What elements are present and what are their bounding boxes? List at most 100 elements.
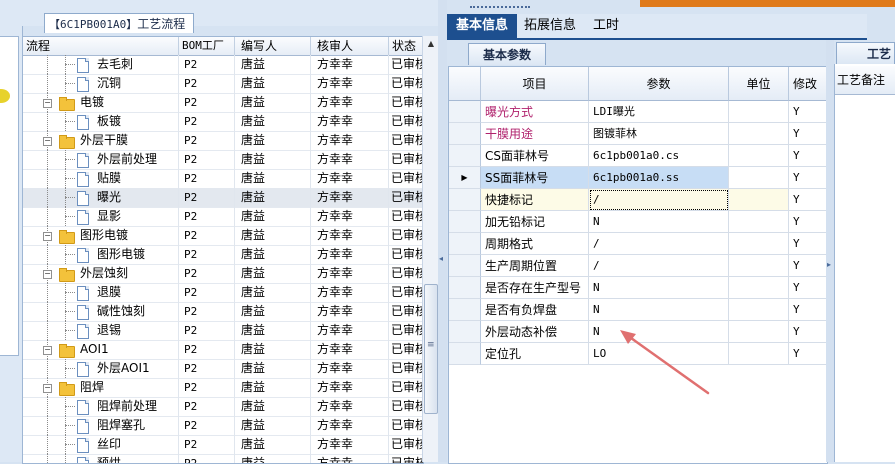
tree-scrollbar[interactable]: ▲ ≡ bbox=[422, 36, 439, 462]
tree-row[interactable]: 贴膜 P2 唐益 方幸幸 已审核 bbox=[23, 169, 423, 189]
param-unit[interactable] bbox=[729, 145, 789, 167]
param-modify[interactable]: Y bbox=[789, 233, 827, 255]
row-indicator[interactable] bbox=[449, 101, 481, 123]
param-value[interactable]: / bbox=[589, 189, 729, 211]
col-header-flow[interactable]: 流程 bbox=[23, 37, 179, 55]
param-modify[interactable]: Y bbox=[789, 145, 827, 167]
param-unit[interactable] bbox=[729, 123, 789, 145]
tree-row[interactable]: 曝光 P2 唐益 方幸幸 已审核 bbox=[23, 188, 423, 208]
row-indicator[interactable] bbox=[449, 277, 481, 299]
param-unit[interactable] bbox=[729, 233, 789, 255]
tree-row[interactable]: 退膜 P2 唐益 方幸幸 已审核 bbox=[23, 283, 423, 303]
param-value[interactable]: 6c1pb001a0.ss bbox=[589, 167, 729, 189]
col-header-modify[interactable]: 修改 bbox=[789, 67, 827, 101]
scroll-thumb[interactable]: ≡ bbox=[424, 284, 438, 414]
param-value[interactable]: N bbox=[589, 277, 729, 299]
tree-row[interactable]: 板镀 P2 唐益 方幸幸 已审核 bbox=[23, 112, 423, 132]
param-modify[interactable]: Y bbox=[789, 321, 827, 343]
param-value[interactable]: 图镀菲林 bbox=[589, 123, 729, 145]
param-row[interactable]: 干膜用途 图镀菲林 Y bbox=[449, 123, 827, 145]
param-row[interactable]: 是否存在生产型号 N Y bbox=[449, 277, 827, 299]
row-indicator[interactable] bbox=[449, 145, 481, 167]
col-header-process-notes[interactable]: 工艺备注 bbox=[835, 66, 895, 95]
param-unit[interactable] bbox=[729, 101, 789, 123]
collapse-toggle-icon[interactable]: − bbox=[43, 346, 52, 355]
param-modify[interactable]: Y bbox=[789, 167, 827, 189]
param-value[interactable]: N bbox=[589, 299, 729, 321]
col-header-writer[interactable]: 编写人 bbox=[235, 37, 311, 55]
tree-row[interactable]: 阻焊塞孔 P2 唐益 方幸幸 已审核 bbox=[23, 416, 423, 436]
tree-row[interactable]: 碱性蚀刻 P2 唐益 方幸幸 已审核 bbox=[23, 302, 423, 322]
param-row[interactable]: 快捷标记 / Y bbox=[449, 189, 827, 211]
param-modify[interactable]: Y bbox=[789, 123, 827, 145]
row-indicator[interactable] bbox=[449, 321, 481, 343]
tree-row[interactable]: 沉铜 P2 唐益 方幸幸 已审核 bbox=[23, 74, 423, 94]
param-modify[interactable]: Y bbox=[789, 299, 827, 321]
tree-row[interactable]: − 阻焊 P2 唐益 方幸幸 已审核 bbox=[23, 378, 423, 398]
row-indicator[interactable] bbox=[449, 233, 481, 255]
param-modify[interactable]: Y bbox=[789, 277, 827, 299]
param-modify[interactable]: Y bbox=[789, 211, 827, 233]
collapse-toggle-icon[interactable]: − bbox=[43, 137, 52, 146]
param-value[interactable]: N bbox=[589, 211, 729, 233]
row-indicator[interactable]: ▶ bbox=[449, 167, 481, 189]
tree-row[interactable]: 外层前处理 P2 唐益 方幸幸 已审核 bbox=[23, 150, 423, 170]
col-header-status[interactable]: 状态 bbox=[389, 37, 423, 55]
collapse-toggle-icon[interactable]: − bbox=[43, 232, 52, 241]
row-indicator[interactable] bbox=[449, 255, 481, 277]
param-modify[interactable]: Y bbox=[789, 189, 827, 211]
param-row[interactable]: ▶ SS面菲林号 6c1pb001a0.ss Y bbox=[449, 167, 827, 189]
row-indicator[interactable] bbox=[449, 211, 481, 233]
right-splitter[interactable]: ▸ bbox=[826, 40, 834, 462]
panel-splitter[interactable]: ◂ bbox=[438, 0, 447, 462]
collapse-toggle-icon[interactable]: − bbox=[43, 270, 52, 279]
param-value[interactable]: 6c1pb001a0.cs bbox=[589, 145, 729, 167]
param-unit[interactable] bbox=[729, 299, 789, 321]
tree-row[interactable]: − AOI1 P2 唐益 方幸幸 已审核 bbox=[23, 340, 423, 360]
param-unit[interactable] bbox=[729, 343, 789, 365]
tree-row[interactable]: 退锡 P2 唐益 方幸幸 已审核 bbox=[23, 321, 423, 341]
param-row[interactable]: 加无铅标记 N Y bbox=[449, 211, 827, 233]
expand-arrow-icon[interactable]: ▸ bbox=[827, 260, 831, 269]
param-value[interactable]: / bbox=[589, 255, 729, 277]
param-modify[interactable]: Y bbox=[789, 101, 827, 123]
tree-row[interactable]: − 电镀 P2 唐益 方幸幸 已审核 bbox=[23, 93, 423, 113]
drag-handle-icon[interactable] bbox=[470, 6, 530, 12]
param-unit[interactable] bbox=[729, 167, 789, 189]
tab-process-notes[interactable]: 工艺 bbox=[836, 42, 895, 64]
tab-work-hours[interactable]: 工时 bbox=[583, 14, 629, 38]
subtab-basic-params[interactable]: 基本参数 bbox=[468, 43, 546, 65]
col-header-param[interactable]: 参数 bbox=[589, 67, 729, 101]
tab-basic-info[interactable]: 基本信息 bbox=[447, 14, 517, 38]
param-unit[interactable] bbox=[729, 189, 789, 211]
param-unit[interactable] bbox=[729, 321, 789, 343]
col-header-item[interactable]: 项目 bbox=[481, 67, 589, 101]
tree-row[interactable]: − 外层干膜 P2 唐益 方幸幸 已审核 bbox=[23, 131, 423, 151]
param-unit[interactable] bbox=[729, 211, 789, 233]
col-header-reviewer[interactable]: 核审人 bbox=[311, 37, 389, 55]
tree-row[interactable]: − 外层蚀刻 P2 唐益 方幸幸 已审核 bbox=[23, 264, 423, 284]
scroll-up-icon[interactable]: ▲ bbox=[423, 36, 439, 52]
param-modify[interactable]: Y bbox=[789, 343, 827, 365]
tree-row[interactable]: − 图形电镀 P2 唐益 方幸幸 已审核 bbox=[23, 226, 423, 246]
row-indicator[interactable] bbox=[449, 299, 481, 321]
param-row[interactable]: 周期格式 / Y bbox=[449, 233, 827, 255]
tree-row[interactable]: 图形电镀 P2 唐益 方幸幸 已审核 bbox=[23, 245, 423, 265]
tree-row[interactable]: 去毛刺 P2 唐益 方幸幸 已审核 bbox=[23, 55, 423, 75]
row-indicator[interactable] bbox=[449, 189, 481, 211]
row-indicator[interactable] bbox=[449, 123, 481, 145]
tree-row[interactable]: 预烘 P2 唐益 方幸幸 已审核 bbox=[23, 454, 423, 463]
param-row[interactable]: 曝光方式 LDI曝光 Y bbox=[449, 101, 827, 123]
tab-extended-info[interactable]: 拓展信息 bbox=[517, 14, 583, 38]
param-unit[interactable] bbox=[729, 277, 789, 299]
tree-row[interactable]: 阻焊前处理 P2 唐益 方幸幸 已审核 bbox=[23, 397, 423, 417]
tree-row[interactable]: 外层AOI1 P2 唐益 方幸幸 已审核 bbox=[23, 359, 423, 379]
param-row[interactable]: 生产周期位置 / Y bbox=[449, 255, 827, 277]
col-header-bom[interactable]: BOM工厂 bbox=[179, 37, 235, 55]
collapse-arrow-icon[interactable]: ◂ bbox=[439, 254, 443, 263]
row-indicator[interactable] bbox=[449, 343, 481, 365]
param-value[interactable]: / bbox=[589, 233, 729, 255]
param-modify[interactable]: Y bbox=[789, 255, 827, 277]
param-row[interactable]: 是否有负焊盘 N Y bbox=[449, 299, 827, 321]
tree-row[interactable]: 显影 P2 唐益 方幸幸 已审核 bbox=[23, 207, 423, 227]
